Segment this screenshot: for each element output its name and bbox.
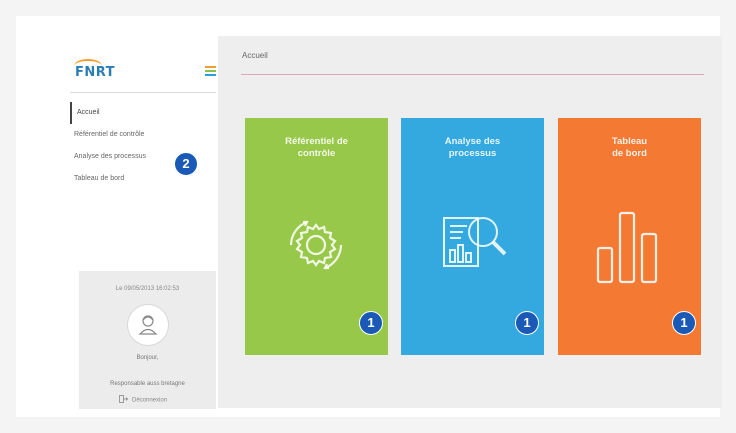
callout-badge: 1 [515, 311, 539, 335]
tile-referentiel[interactable]: Référentiel de contrôle 1 [245, 118, 388, 355]
main-content: Accueil Référentiel de contrôle 1 Analys… [218, 36, 722, 408]
menu-line [205, 66, 216, 68]
sidebar-item-label: Tableau de bord [74, 175, 125, 182]
user-role-text: Responsable auss bretagne [110, 381, 185, 387]
tile-analyse[interactable]: Analyse des processus 1 [401, 118, 544, 355]
tile-title: Tableau de bord [558, 136, 701, 160]
sidebar-item-label: Analyse des processus [74, 153, 146, 160]
tile-title-line: Tableau [611, 136, 648, 147]
logout-link[interactable]: Déconnexion [119, 395, 189, 405]
document-magnifier-icon [401, 198, 544, 298]
sidebar-item-label: Référentiel de contrôle [74, 131, 145, 138]
sidebar-item-accueil[interactable]: Accueil [70, 102, 216, 124]
tile-title-line: Référentiel de [285, 136, 348, 147]
app-logo[interactable]: FNRT [74, 59, 115, 80]
tile-title-line: de bord [612, 148, 647, 159]
tile-title-line: contrôle [297, 148, 336, 159]
app-window: FNRT Accueil Référentiel de contrôle Ana… [16, 16, 722, 417]
tile-title-line: processus [448, 148, 497, 159]
menu-line [205, 70, 216, 72]
title-divider [241, 74, 704, 75]
user-icon [138, 315, 158, 335]
sidebar-item-label: Accueil [77, 109, 100, 116]
gear-icon [245, 198, 388, 298]
sidebar: FNRT Accueil Référentiel de contrôle Ana… [60, 38, 218, 416]
greeting-text: Bonjour, [136, 355, 159, 361]
bar-chart-icon [558, 198, 701, 298]
callout-badge: 1 [672, 311, 696, 335]
tile-tableau[interactable]: Tableau de bord 1 [558, 118, 701, 355]
menu-toggle-icon[interactable] [205, 66, 216, 76]
logout-icon [119, 395, 129, 405]
tile-title-line: Analyse des [444, 136, 501, 147]
callout-badge: 2 [174, 152, 198, 176]
sidebar-item-referentiel[interactable]: Référentiel de contrôle [70, 124, 216, 146]
avatar[interactable] [127, 304, 169, 346]
user-panel: Le 09/05/2013 16:02:53 Bonjour, Responsa… [79, 271, 216, 409]
sidebar-divider [70, 92, 216, 93]
tile-title: Analyse des processus [401, 136, 544, 160]
logout-label: Déconnexion [132, 397, 168, 404]
menu-line [205, 74, 216, 76]
page-title: Accueil [242, 51, 268, 60]
tile-title: Référentiel de contrôle [245, 136, 388, 160]
session-datetime: Le 09/05/2013 16:02:53 [115, 286, 180, 292]
callout-badge: 1 [359, 311, 383, 335]
sidebar-nav: Accueil Référentiel de contrôle Analyse … [70, 102, 216, 190]
logo-arc [74, 59, 102, 73]
